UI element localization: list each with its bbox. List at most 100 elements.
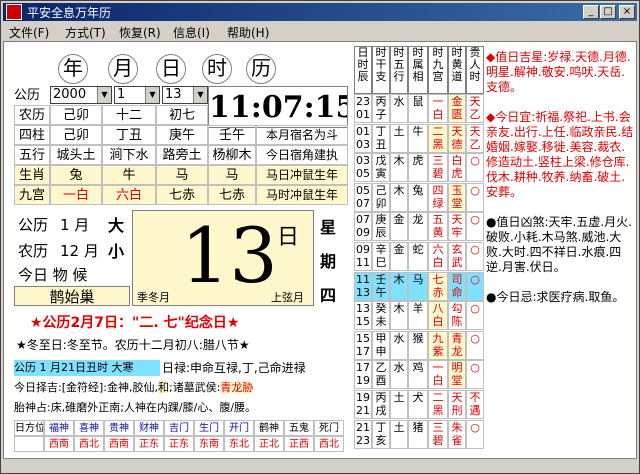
direction-val-10: 西北 <box>314 436 344 452</box>
hour-cell-ganzhi: 丁丑 <box>372 123 390 153</box>
hour-cell-wx: 土 <box>390 419 408 449</box>
hour-cell-gr: ○ <box>466 271 484 301</box>
chevron-down-icon[interactable]: ▼ <box>145 87 159 103</box>
direction-head-9: 五鬼 <box>284 420 314 436</box>
hour-cell-wx: 水 <box>390 360 408 390</box>
hour-cell-ganzhi: 乙酉 <box>372 360 390 390</box>
menu-info[interactable]: 信息(I) <box>173 24 210 41</box>
hour-cell-hours: 21 23 <box>354 419 372 449</box>
app-icon[interactable] <box>6 4 22 20</box>
hour-cell-gr: ○ <box>466 182 484 212</box>
jiri-line: 今日择吉:[金符经]:金神,胶仙,和;诸墓武侯:青龙胁 <box>14 380 350 396</box>
minimize-button[interactable]: _ <box>583 5 599 19</box>
direction-head-5: 吉门 <box>164 420 194 436</box>
month-select[interactable]: 1 ▼ <box>114 86 160 104</box>
hour-cell-gr: 天乙 <box>466 94 484 123</box>
jiri-red: 青龙胁 <box>220 381 254 394</box>
menu-bar: 文件(F) 方式(T) 恢复(R) 信息(I) 帮助(H) <box>3 22 637 41</box>
sizhu-year: 己卯 <box>50 125 102 145</box>
direction-val-5: 正东 <box>164 436 194 452</box>
day-mode-button[interactable]: 日 <box>156 54 186 84</box>
hour-cell-hd: 司命 <box>448 271 466 301</box>
hour-cell-wx: 水 <box>390 94 408 123</box>
calendar-mode-button[interactable]: 历 <box>246 54 276 84</box>
jiugong-month: 六白 <box>102 185 156 205</box>
hour-cell-jg: 八白 <box>428 301 448 331</box>
direction-val-8: 正北 <box>254 436 284 452</box>
year-mode-button[interactable]: 年 <box>58 54 88 84</box>
hour-cell-gr: ○ <box>466 242 484 271</box>
hour-cell-wx: 土 <box>390 123 408 153</box>
hour-cell-wx: 土 <box>390 390 408 419</box>
direction-val-2: 西北 <box>74 436 104 452</box>
chevron-down-icon[interactable]: ▼ <box>97 87 111 103</box>
hour-cell-ganzhi: 甲申 <box>372 330 390 360</box>
month-mansion: 本月宿名为斗 <box>256 125 348 145</box>
hour-cell-hd: 明堂 <box>448 360 466 390</box>
hour-cell-jg: 二黑 <box>428 123 448 153</box>
hour-header-2: 时五行 <box>390 46 408 94</box>
close-button[interactable]: × <box>619 5 635 19</box>
ji-list: ●今日忌:求医疗病.取鱼。 <box>486 290 625 304</box>
menu-mode[interactable]: 方式(T) <box>65 24 106 41</box>
direction-head-8: 鹤神 <box>254 420 284 436</box>
hour-cell-gr: ○ <box>466 301 484 331</box>
hour-cell-hours: 15 17 <box>354 330 372 360</box>
hour-mode-button[interactable]: 时 <box>202 54 232 84</box>
menu-file[interactable]: 文件(F) <box>9 24 49 41</box>
year-select[interactable]: 2000 ▼ <box>50 86 112 104</box>
direction-head-4: 财神 <box>134 420 164 436</box>
chevron-down-icon[interactable]: ▼ <box>193 87 207 103</box>
app-window: 平安全息万年历 _ □ × 文件(F) 方式(T) 恢复(R) 信息(I) 帮助… <box>0 0 640 474</box>
hour-cell-hd: 白虎 <box>448 153 466 183</box>
hour-cell-ganzhi: 己卯 <box>372 182 390 212</box>
label-gongli: 公历 <box>14 88 41 103</box>
hour-cell-ganzhi: 丙子 <box>372 94 390 123</box>
hour-cell-hd: 勾陈 <box>448 301 466 331</box>
shengxiao-hour: 马 <box>208 165 256 185</box>
year-value: 2000 <box>53 87 87 102</box>
hour-cell-jg: 七赤 <box>428 271 448 301</box>
day-clash: 马日冲鼠生年 <box>256 165 348 185</box>
sizhu-day: 庚午 <box>156 125 208 145</box>
hour-cell-gr: ○ <box>466 330 484 360</box>
hour-cell-sx: 猪 <box>408 419 428 449</box>
maximize-button[interactable]: □ <box>600 5 616 19</box>
direction-val-1: 西南 <box>44 436 74 452</box>
hour-cell-jg: 五黄 <box>428 212 448 242</box>
shengxiao-year: 兔 <box>50 165 102 185</box>
hour-cell-hours: 09 11 <box>354 242 372 271</box>
hour-cell-hd: 天刑 <box>448 390 466 419</box>
day-value: 13 <box>165 87 182 102</box>
yi-head: ◆今日宜: <box>486 110 536 124</box>
status-bar <box>3 460 637 472</box>
hour-cell-ganzhi: 癸未 <box>372 301 390 331</box>
hour-cell-jg: 一白 <box>428 94 448 123</box>
hour-cell-gr: 天乙 <box>466 123 484 153</box>
month-value: 1 <box>117 87 126 102</box>
menu-help[interactable]: 帮助(H) <box>227 24 269 41</box>
title-bar[interactable]: 平安全息万年历 _ □ × <box>3 3 637 21</box>
menu-restore[interactable]: 恢复(R) <box>119 24 161 41</box>
direction-head-2: 喜神 <box>74 420 104 436</box>
month-size-nongli: 小 <box>108 242 125 261</box>
hour-cell-hd: 青龙 <box>448 330 466 360</box>
hour-cell-ganzhi: 丁亥 <box>372 419 390 449</box>
window-title: 平安全息万年历 <box>27 6 112 20</box>
nongli-year: 己卯 <box>50 105 102 125</box>
wuxing-year: 城头土 <box>50 145 102 165</box>
weekday-1: 星 <box>320 218 337 237</box>
big-day-number: 13 <box>181 211 278 300</box>
label-nongli: 农历 <box>14 105 50 125</box>
hour-header-3: 时属相 <box>408 46 428 94</box>
hour-cell-hd: 金匮 <box>448 94 466 123</box>
xiong-list: ●值日凶煞:天牢.五虚.月火.破败.小耗.木马煞.威池.大败.大时.四不祥日.水… <box>486 215 632 274</box>
hour-cell-hours: 17 19 <box>354 360 372 390</box>
hour-cell-jg: 一白 <box>428 360 448 390</box>
hour-cell-hours: 07 09 <box>354 212 372 242</box>
day-select[interactable]: 13 ▼ <box>162 86 208 104</box>
label-sizhu: 四柱 <box>14 125 50 145</box>
hour-cell-sx: 兔 <box>408 182 428 212</box>
month-mode-button[interactable]: 月 <box>108 54 138 84</box>
hour-cell-sx: 马 <box>408 271 428 301</box>
